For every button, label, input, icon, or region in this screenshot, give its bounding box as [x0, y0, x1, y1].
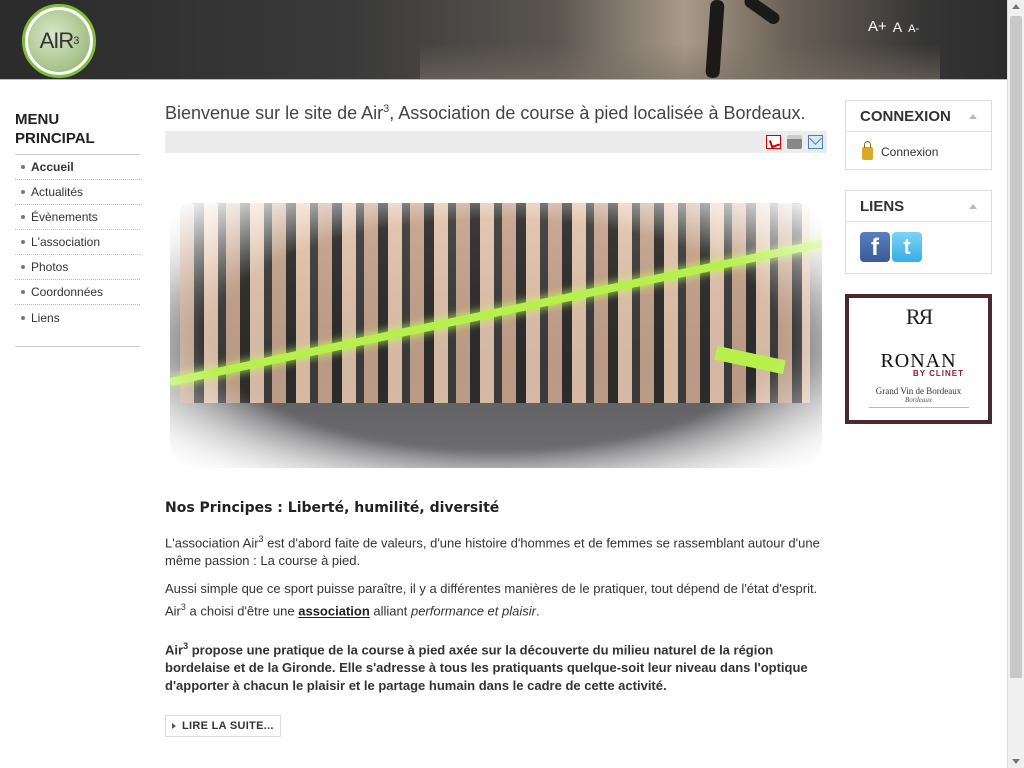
menu-item-label: Évènements	[31, 210, 98, 224]
p1-post: est d'abord faite de valeurs, d'une hist…	[165, 535, 820, 569]
login-module-header[interactable]: Connexion	[846, 101, 991, 132]
sponsor-divider	[868, 407, 969, 408]
scrollbar-thumb[interactable]	[1010, 16, 1022, 678]
scroll-up-icon[interactable]	[1012, 4, 1020, 9]
menu-list: Accueil Actualités Évènements L'associat…	[15, 155, 140, 347]
font-increase-button[interactable]: A+	[868, 18, 887, 35]
menu-item-actualites[interactable]: Actualités	[15, 180, 140, 205]
p2-line1: Aussi simple que ce sport puisse paraîtr…	[165, 581, 818, 597]
login-module: Connexion Connexion	[845, 100, 992, 170]
header-banner-image	[420, 44, 940, 79]
menu-item-label: Coordonnées	[31, 285, 104, 299]
collapse-icon[interactable]	[969, 113, 977, 119]
bullet-icon	[21, 165, 25, 169]
font-decrease-button[interactable]: A-	[908, 23, 919, 35]
login-link[interactable]: Connexion	[881, 145, 938, 159]
p2-air: Air	[165, 603, 181, 619]
runners-photo	[170, 203, 822, 468]
links-module: Liens f t	[845, 190, 992, 274]
menu-item-label: Liens	[31, 310, 60, 325]
bullet-icon	[21, 190, 25, 194]
bullet-icon	[21, 215, 25, 219]
paragraph-2: Aussi simple que ce sport puisse paraîtr…	[165, 580, 827, 620]
bullet-icon	[21, 290, 25, 294]
menu-item-liens[interactable]: Liens	[15, 305, 140, 330]
menu-item-photos[interactable]: Photos	[15, 255, 140, 280]
sponsor-banner[interactable]: RЯ RONAN BY CLINET Grand Vin de Bordeaux…	[845, 294, 992, 424]
menu-item-accueil[interactable]: Accueil	[15, 155, 140, 180]
logo-mark: AIR 3	[28, 10, 90, 72]
read-more-button[interactable]: Lire la suite...	[165, 714, 281, 737]
page-scrollbar[interactable]	[1007, 0, 1024, 768]
menu-item-association[interactable]: L'association	[15, 230, 140, 255]
font-size-controls: A+ A A-	[868, 18, 919, 35]
menu-item-evenements[interactable]: Évènements	[15, 205, 140, 230]
lock-icon	[862, 141, 873, 160]
section-title: Nos Principes : Liberté, humilité, diver…	[165, 500, 500, 516]
menu-title: Menu principal	[15, 110, 140, 155]
chevron-right-icon	[172, 722, 176, 729]
paragraph-3: Air3 propose une pratique de la course à…	[165, 637, 827, 695]
page-title: Bienvenue sur le site de Air3, Associati…	[165, 103, 827, 131]
bullet-icon	[21, 315, 25, 320]
font-reset-button[interactable]: A	[893, 19, 902, 35]
title-post: , Association de course à pied localisée…	[389, 103, 806, 123]
email-icon[interactable]	[808, 135, 823, 149]
links-module-header[interactable]: Liens	[846, 191, 991, 222]
p1-pre: L'association Air	[165, 535, 259, 551]
site-logo[interactable]: AIR 3	[22, 4, 96, 78]
login-module-title: Connexion	[860, 107, 951, 125]
site-header: AIR 3 A+ A A-	[0, 0, 1007, 80]
association-link[interactable]: association	[298, 604, 370, 619]
sponsor-brand-sub: BY CLINET	[912, 369, 965, 378]
bullet-icon	[21, 240, 25, 244]
sponsor-location: Bordeaux	[905, 396, 932, 404]
runner-silhouette-leg	[742, 0, 782, 27]
main-content: Bienvenue sur le site de Air3, Associati…	[165, 103, 827, 737]
facebook-icon[interactable]: f	[860, 232, 890, 262]
logo-sup: 3	[73, 35, 79, 47]
p3-post: propose une pratique de la course à pied…	[165, 641, 808, 693]
main-menu: Menu principal Accueil Actualités Évènem…	[15, 110, 140, 347]
links-module-title: Liens	[860, 197, 905, 215]
p3-pre: Air	[165, 641, 184, 657]
p2-post-pre: alliant	[369, 603, 411, 619]
bullet-icon	[21, 265, 25, 269]
links-module-body: f t	[846, 222, 991, 272]
menu-item-label: Actualités	[31, 185, 84, 199]
menu-item-label: L'association	[31, 235, 100, 249]
read-more-label: Lire la suite...	[182, 719, 274, 732]
menu-item-label: Accueil	[31, 160, 74, 174]
p2-end: .	[535, 603, 540, 619]
paragraph-1: L'association Air3 est d'abord faite de …	[165, 530, 827, 570]
twitter-icon[interactable]: t	[892, 232, 922, 262]
menu-item-coordonnees[interactable]: Coordonnées	[15, 280, 140, 305]
photo-vignette	[170, 203, 822, 468]
collapse-icon[interactable]	[969, 203, 977, 209]
pdf-icon[interactable]	[766, 135, 781, 149]
print-icon[interactable]	[787, 135, 802, 149]
sponsor-tagline: Grand Vin de Bordeaux	[875, 386, 962, 396]
sponsor-monogram: RЯ	[905, 304, 933, 329]
title-pre: Bienvenue sur le site de Air	[165, 103, 384, 123]
p2-em: performance et plaisir	[410, 603, 536, 619]
menu-item-label: Photos	[31, 260, 69, 274]
login-module-body: Connexion	[846, 132, 991, 171]
p2-mid: a choisi d'être une	[185, 603, 299, 619]
article-toolbar	[165, 131, 827, 153]
scroll-down-icon[interactable]	[1012, 759, 1020, 764]
logo-text: AIR	[39, 28, 75, 53]
